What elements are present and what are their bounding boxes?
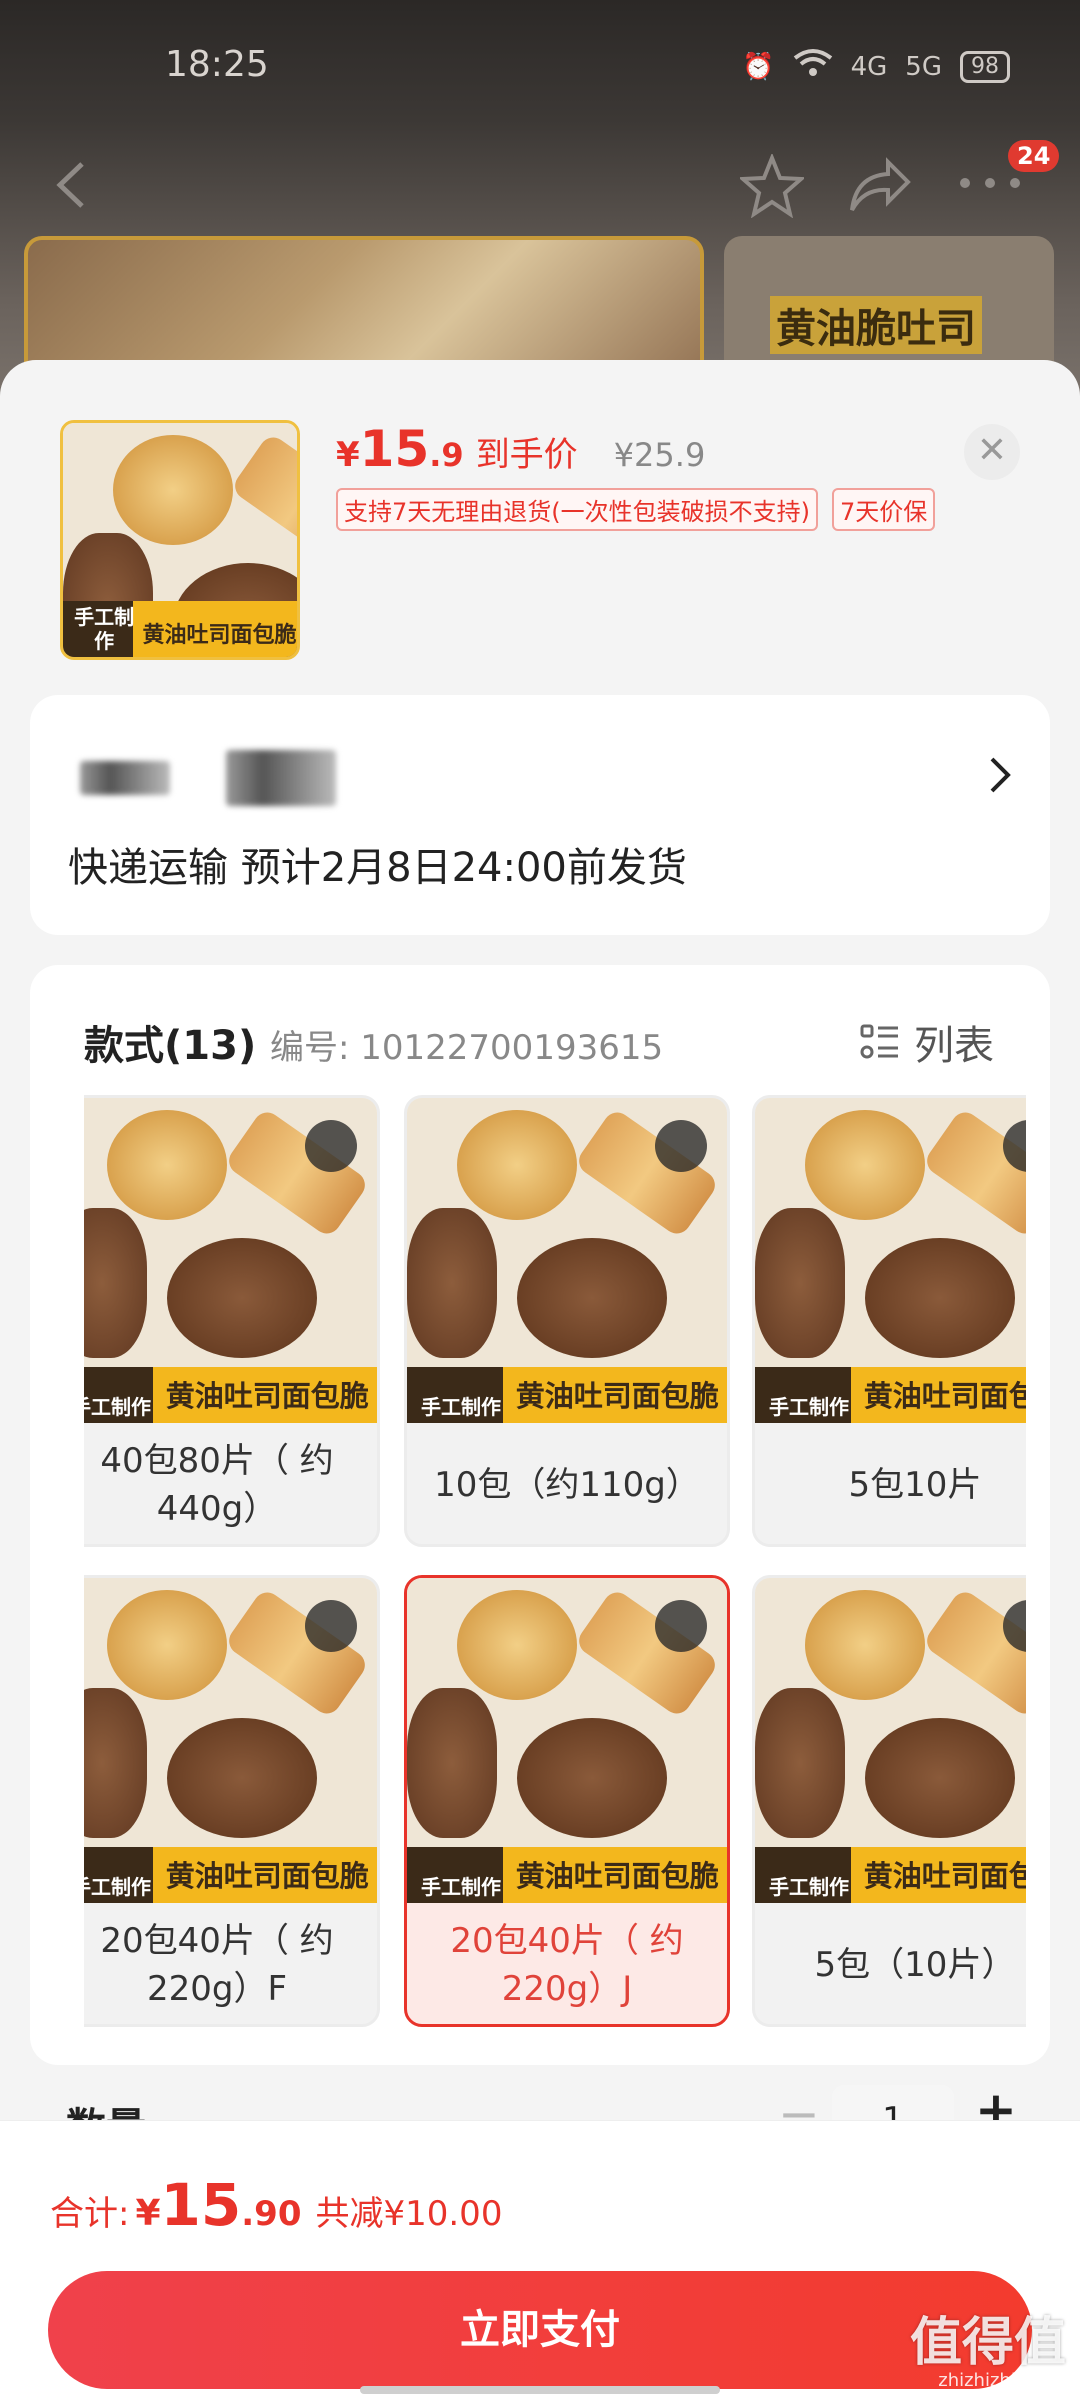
style-option-image: 手工制作 黄油吐司面包脆 <box>407 1098 727 1423</box>
chevron-right-icon <box>990 757 1011 793</box>
style-option-image: 手工制作 黄油吐司面包脆 <box>755 1098 1026 1423</box>
price-protect-tag: 7天价保 <box>832 488 936 531</box>
product-thumbnail[interactable]: 手工制作 黄油吐司面包脆 <box>60 420 300 660</box>
style-option-image: 手工制作 黄油吐司面包脆 <box>407 1578 727 1903</box>
more-icon[interactable] <box>955 168 1025 198</box>
style-option[interactable]: 手工制作 黄油吐司面包脆 40包80片（ 约440g） <box>84 1095 380 1547</box>
image-badge-left: 手工制作 <box>74 605 135 653</box>
total-decimal: .90 <box>241 2194 302 2234</box>
style-option-label: 5包10片 <box>848 1465 982 1505</box>
address-row <box>80 750 336 806</box>
watermark-url: zhizhizhi.com <box>938 2370 1060 2391</box>
total-row: 合计: ¥ 15 .90 共减¥10.00 <box>50 2171 502 2239</box>
expand-icon[interactable] <box>655 1120 707 1172</box>
style-option[interactable]: 手工制作 黄油吐司面包脆 10包（约110g） <box>404 1095 730 1547</box>
signal-4g-icon: 4G <box>850 51 888 82</box>
shipping-estimate: 快递运输 预计2月8日24:00前发货 <box>68 845 687 891</box>
address-card[interactable]: 快递运输 预计2月8日24:00前发货 <box>30 695 1050 935</box>
style-code: 编号: 10122700193615 <box>270 1028 664 1068</box>
signal-5g-icon: 5G <box>905 51 942 82</box>
sku-selector-sheet: 手工制作 黄油吐司面包脆 ¥15.9 到手价 ¥25.9 ✕ 支持7天无理由退货… <box>0 360 1080 2400</box>
expand-icon[interactable] <box>305 1600 357 1652</box>
image-badge-left: 手工制作 <box>769 1875 849 1899</box>
background-thumb-title: 黄油脆吐司 <box>770 296 982 354</box>
price-tag: 到手价 <box>475 435 578 475</box>
expand-icon[interactable] <box>305 1120 357 1172</box>
image-badge-right: 黄油吐司面包脆 <box>142 623 297 648</box>
expand-icon[interactable] <box>655 1600 707 1652</box>
sheet-header: 手工制作 黄油吐司面包脆 ¥15.9 到手价 ¥25.9 ✕ 支持7天无理由退货… <box>0 360 1080 680</box>
total-label: 合计: <box>50 2194 130 2234</box>
style-option-selected[interactable]: 手工制作 黄油吐司面包脆 20包40片（ 约220g）J <box>404 1575 730 2027</box>
status-icons: ⏰ 4G 5G 98 <box>742 48 1010 85</box>
watermark: 值得值 <box>909 2313 1066 2373</box>
wifi-icon <box>793 48 833 85</box>
image-badge-left: 手工制作 <box>84 1875 151 1899</box>
return-policy-tag: 支持7天无理由退货(一次性包装破损不支持) <box>336 488 818 531</box>
redacted-name <box>80 761 170 795</box>
message-badge: 24 <box>1008 140 1060 172</box>
share-icon[interactable] <box>848 156 912 216</box>
redacted-address <box>226 750 336 806</box>
style-option[interactable]: 手工制作 黄油吐司面包脆 5包（10片） <box>752 1575 1026 2027</box>
top-nav: 24 <box>0 140 1080 230</box>
total-amount: 15 <box>160 2171 242 2239</box>
status-bar: 18:25 ⏰ 4G 5G 98 <box>0 0 1080 130</box>
style-option-image: 手工制作 黄油吐司面包脆 <box>84 1098 377 1423</box>
pay-now-button[interactable]: 立即支付 <box>48 2271 1032 2389</box>
image-badge-left: 手工制作 <box>84 1395 151 1419</box>
style-option-label: 10包（约110g） <box>434 1465 700 1505</box>
style-option-image: 手工制作 黄油吐司面包脆 <box>84 1578 377 1903</box>
image-badge-right: 黄油吐司面包脆 <box>165 1379 369 1413</box>
battery-icon: 98 <box>960 50 1010 83</box>
image-badge-left: 手工制作 <box>421 1875 501 1899</box>
image-badge-right: 黄油吐司面包脆 <box>863 1379 1026 1413</box>
image-badge-right: 黄油吐司面包脆 <box>515 1379 719 1413</box>
style-option-label: 20包40片（ 约220g）F <box>100 1921 334 2009</box>
image-badge-right: 黄油吐司面包脆 <box>165 1859 369 1893</box>
image-badge-left: 手工制作 <box>769 1395 849 1419</box>
list-view-button[interactable]: 列表 <box>860 1013 994 1071</box>
style-option-label: 20包40片（ 约220g）J <box>450 1921 684 2009</box>
price-current: ¥15.9 <box>336 420 464 478</box>
style-title: 款式(13) <box>84 1023 257 1069</box>
alarm-icon: ⏰ <box>742 51 775 82</box>
image-badge-left: 手工制作 <box>421 1395 501 1419</box>
price-row: ¥15.9 到手价 ¥25.9 <box>336 420 705 478</box>
total-discount: 共减¥10.00 <box>315 2194 503 2234</box>
image-badge-right: 黄油吐司面包脆 <box>863 1859 1026 1893</box>
price-original: ¥25.9 <box>613 436 706 474</box>
style-option-label: 40包80片（ 约440g） <box>100 1441 334 1529</box>
style-option-label: 5包（10片） <box>814 1945 1016 1985</box>
close-button[interactable]: ✕ <box>964 424 1020 480</box>
close-icon: ✕ <box>976 430 1008 471</box>
service-tags: 支持7天无理由退货(一次性包装破损不支持) 7天价保 <box>336 488 936 531</box>
style-grid: 手工制作 黄油吐司面包脆 40包80片（ 约440g） 手工制作 黄油吐司面包脆 <box>84 1095 1026 2055</box>
list-icon <box>860 1024 898 1059</box>
style-card: 款式(13) 编号: 10122700193615 列表 手工制作 黄油吐司面包… <box>30 965 1050 2065</box>
status-time: 18:25 <box>165 44 269 85</box>
total-currency: ¥ <box>135 2193 161 2234</box>
back-icon[interactable] <box>52 160 92 210</box>
list-view-label: 列表 <box>914 1023 994 1069</box>
style-option-image: 手工制作 黄油吐司面包脆 <box>755 1578 1026 1903</box>
favorite-star-icon[interactable] <box>740 154 804 218</box>
background-page: 18:25 ⏰ 4G 5G 98 24 黄油脆吐司 <box>0 0 1080 406</box>
style-option[interactable]: 手工制作 黄油吐司面包脆 5包10片 <box>752 1095 1026 1547</box>
home-indicator <box>360 2386 720 2394</box>
image-badge-right: 黄油吐司面包脆 <box>515 1859 719 1893</box>
style-option[interactable]: 手工制作 黄油吐司面包脆 20包40片（ 约220g）F <box>84 1575 380 2027</box>
